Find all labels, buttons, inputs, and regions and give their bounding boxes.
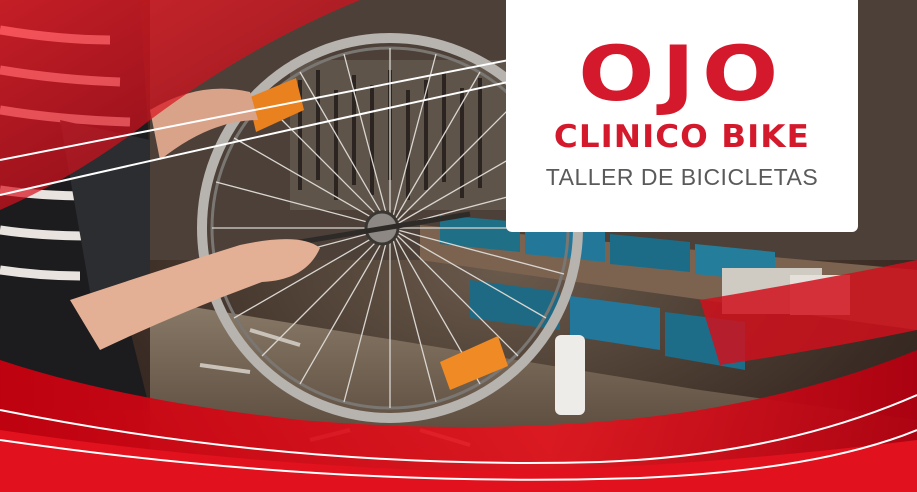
brand-tagline: TALLER DE BICICLETAS xyxy=(545,164,819,190)
tool-board xyxy=(290,60,510,210)
brand-name: OJO xyxy=(578,29,786,118)
banner: OJO CLINICO BIKE TALLER DE BICICLETAS xyxy=(0,0,917,492)
logo-card: OJO CLINICO BIKE TALLER DE BICICLETAS xyxy=(506,0,858,232)
oil-bottle xyxy=(555,335,585,415)
brand-subtitle: CLINICO BIKE xyxy=(554,119,810,155)
